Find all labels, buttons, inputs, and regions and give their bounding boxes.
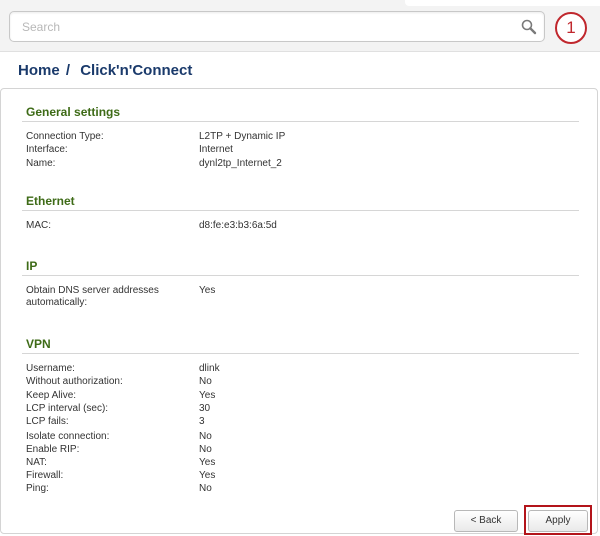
value-ping: No: [199, 483, 212, 494]
value-nat: Yes: [199, 457, 216, 468]
label-name: Name:: [26, 158, 56, 169]
search-icon[interactable]: [520, 18, 538, 36]
label-firewall: Firewall:: [26, 470, 64, 481]
label-nat: NAT:: [26, 457, 47, 468]
breadcrumb-separator: /: [65, 62, 71, 79]
step-marker: 1: [555, 12, 587, 44]
breadcrumb-home[interactable]: Home: [18, 62, 60, 79]
label-obtain-dns-line2: automatically:: [26, 297, 88, 308]
value-without-authorization: No: [199, 376, 212, 387]
search-box[interactable]: [9, 11, 545, 42]
back-button[interactable]: < Back: [454, 510, 518, 532]
section-divider: [22, 121, 579, 122]
value-name: dynl2tp_Internet_2: [199, 158, 282, 169]
section-title-general: General settings: [26, 105, 121, 119]
label-interface: Interface:: [26, 144, 68, 155]
search-input[interactable]: [22, 18, 502, 36]
value-interface: Internet: [199, 144, 233, 155]
section-divider: [22, 275, 579, 276]
breadcrumb: Home / Click'n'Connect: [18, 62, 192, 82]
label-without-authorization: Without authorization:: [26, 376, 123, 387]
value-obtain-dns: Yes: [199, 285, 216, 296]
value-lcp-fails: 3: [199, 416, 205, 427]
section-divider: [22, 210, 579, 211]
label-connection-type: Connection Type:: [26, 131, 104, 142]
label-lcp-interval: LCP interval (sec):: [26, 403, 109, 414]
label-ping: Ping:: [26, 483, 49, 494]
label-username: Username:: [26, 363, 75, 374]
section-title-ethernet: Ethernet: [26, 194, 75, 208]
top-notch: [405, 0, 600, 6]
section-divider: [22, 353, 579, 354]
section-title-ip: IP: [26, 259, 38, 273]
page-frame: 1 Home / Click'n'Connect General setting…: [0, 0, 600, 536]
value-keep-alive: Yes: [199, 390, 216, 401]
value-enable-rip: No: [199, 444, 212, 455]
label-keep-alive: Keep Alive:: [26, 390, 77, 401]
value-connection-type: L2TP + Dynamic IP: [199, 131, 286, 142]
value-mac: d8:fe:e3:b3:6a:5d: [199, 220, 277, 231]
label-lcp-fails: LCP fails:: [26, 416, 69, 427]
label-isolate-connection: Isolate connection:: [26, 431, 110, 442]
value-username: dlink: [199, 363, 220, 374]
apply-button[interactable]: Apply: [528, 510, 588, 532]
label-mac: MAC:: [26, 220, 51, 231]
section-title-vpn: VPN: [26, 337, 51, 351]
value-lcp-interval: 30: [199, 403, 211, 414]
breadcrumb-current: Click'n'Connect: [80, 62, 193, 79]
value-firewall: Yes: [199, 470, 216, 481]
label-enable-rip: Enable RIP:: [26, 444, 80, 455]
value-isolate-connection: No: [199, 431, 212, 442]
label-obtain-dns-line1: Obtain DNS server addresses: [26, 285, 159, 296]
label-obtain-dns: Obtain DNS server addresses automaticall…: [26, 285, 191, 309]
